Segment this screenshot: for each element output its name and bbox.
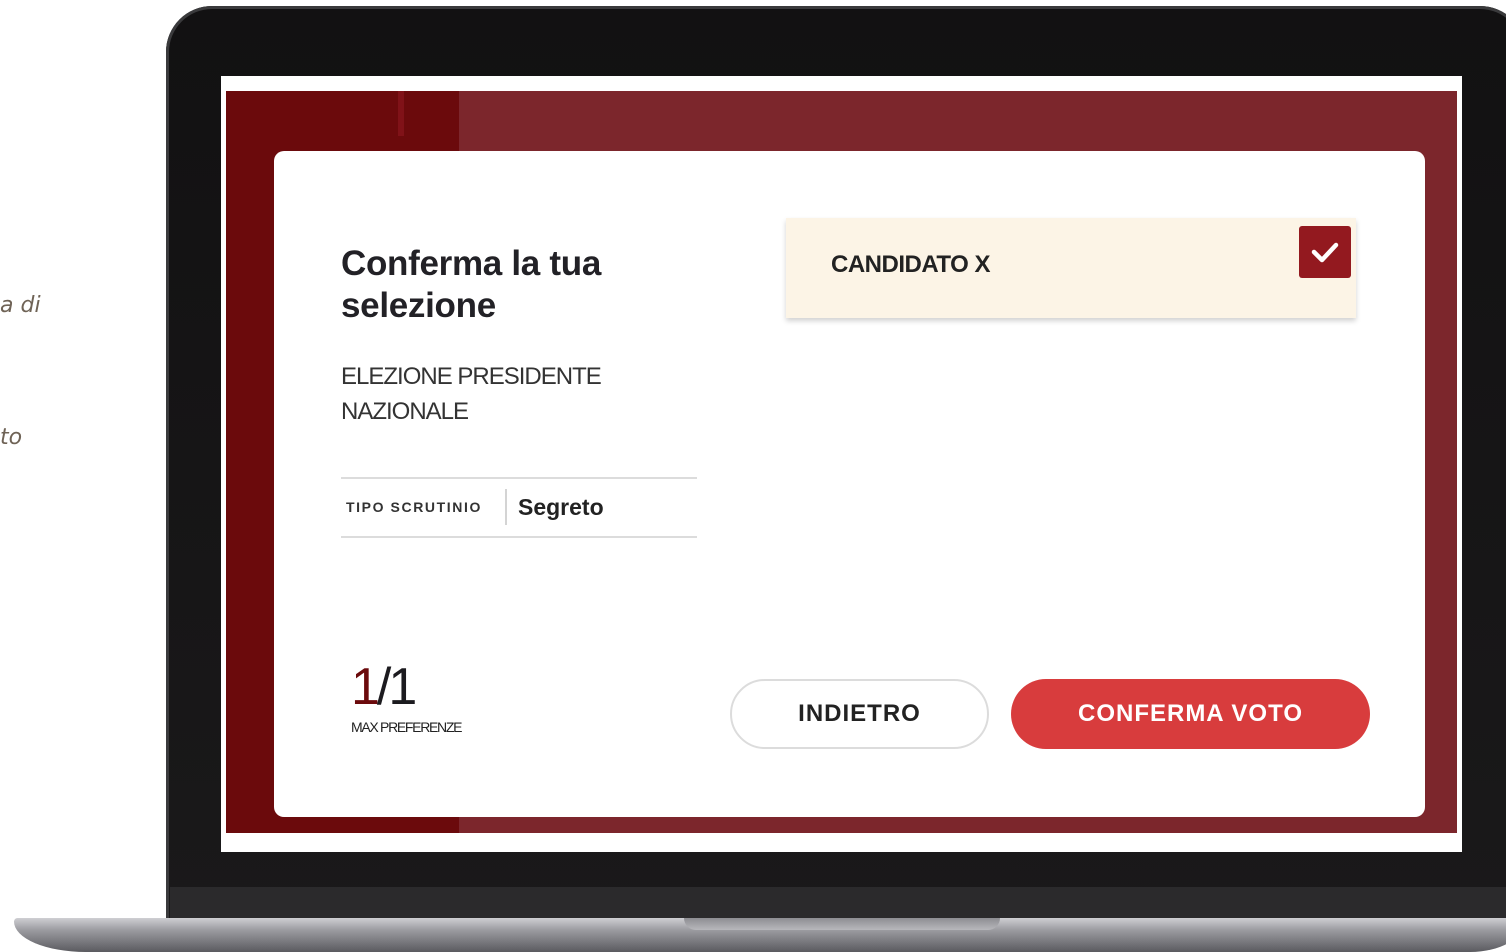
page-title: Conferma la tua selezione	[341, 244, 601, 325]
confirmation-card: Conferma la tua selezione ELEZIONE PRESI…	[274, 151, 1425, 817]
confirm-vote-button[interactable]: CONFERMA VOTO	[1011, 679, 1370, 749]
preference-max: 1	[388, 658, 417, 716]
election-name: ELEZIONE PRESIDENTE NAZIONALE	[341, 363, 602, 425]
check-icon	[1311, 242, 1339, 263]
ballot-type-value: Segreto	[518, 494, 604, 520]
side-caption-fragment-1: a di	[0, 293, 41, 318]
laptop-base-notch	[684, 918, 1000, 930]
app-background: Conferma la tua selezione ELEZIONE PRESI…	[226, 91, 1457, 833]
candidate-name: CANDIDATO X	[831, 251, 990, 278]
preference-current: 1	[351, 658, 380, 716]
side-caption-fragment-2: to	[0, 425, 23, 450]
selected-candidate-card[interactable]: CANDIDATO X	[786, 218, 1356, 318]
preference-label: MAX PREFERENZE	[351, 719, 462, 735]
back-button[interactable]: INDIETRO	[730, 679, 989, 749]
preference-counter: 1/1	[351, 658, 417, 716]
candidate-checkbox[interactable]	[1299, 226, 1351, 278]
preference-separator: /	[376, 658, 392, 716]
ballot-type-row: TIPO SCRUTINIO Segreto	[341, 477, 697, 538]
ballot-type-divider	[505, 489, 507, 525]
ballot-type-label: TIPO SCRUTINIO	[346, 499, 482, 515]
laptop-screen: Conferma la tua selezione ELEZIONE PRESI…	[221, 76, 1462, 852]
app-background-stripe	[398, 91, 404, 136]
